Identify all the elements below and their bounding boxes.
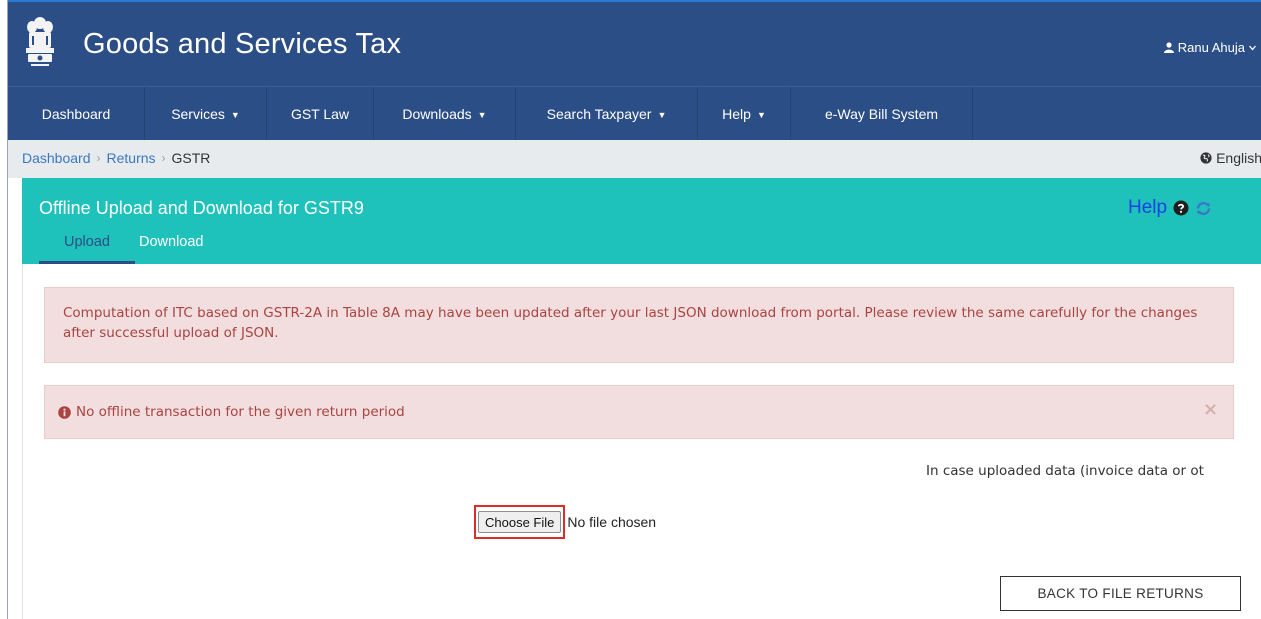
- itc-notice-alert: Computation of ITC based on GSTR-2A in T…: [44, 287, 1234, 363]
- nav-label: Help: [722, 106, 751, 122]
- back-to-file-returns-button[interactable]: BACK TO FILE RETURNS: [1000, 576, 1241, 611]
- nav-search-taxpayer[interactable]: Search Taxpayer ▼: [516, 87, 698, 141]
- user-icon: [1163, 42, 1174, 53]
- site-header: Goods and Services Tax Ranu Ahuja: [8, 0, 1261, 86]
- choose-file-highlight: Choose File: [474, 505, 566, 539]
- caret-down-icon: ▼: [230, 109, 240, 120]
- nav-label: e-Way Bill System: [824, 106, 939, 122]
- language-selector[interactable]: English: [1200, 150, 1261, 166]
- caret-down-icon: ▼: [657, 109, 667, 120]
- breadcrumb-dashboard[interactable]: Dashboard: [22, 150, 91, 166]
- help-link[interactable]: Help: [1128, 197, 1212, 219]
- close-icon[interactable]: ×: [1203, 401, 1218, 419]
- breadcrumb-separator-icon: ›: [161, 151, 166, 165]
- breadcrumb-current: GSTR: [171, 150, 211, 166]
- nav-label: Services: [171, 106, 225, 122]
- national-emblem-icon: [22, 14, 58, 72]
- breadcrumb-bar: Dashboard › Returns › GSTR English: [8, 140, 1261, 178]
- tab-download[interactable]: Download: [135, 234, 235, 264]
- globe-icon: [1200, 152, 1212, 164]
- user-name: Ranu Ahuja: [1177, 40, 1245, 55]
- main-navbar: Dashboard Services ▼ GST Law Downloads ▼…: [8, 86, 1261, 141]
- question-circle-icon: [1173, 200, 1189, 216]
- breadcrumb-separator-icon: ›: [96, 151, 101, 165]
- nav-label: GST Law: [290, 106, 350, 122]
- breadcrumb: Dashboard › Returns › GSTR: [22, 150, 210, 166]
- nav-dashboard[interactable]: Dashboard: [8, 87, 145, 141]
- breadcrumb-returns[interactable]: Returns: [107, 150, 156, 166]
- nav-eway-bill[interactable]: e-Way Bill System: [791, 87, 973, 141]
- nav-services[interactable]: Services ▼: [145, 87, 267, 141]
- refresh-icon[interactable]: [1195, 200, 1212, 217]
- nav-gst-law[interactable]: GST Law: [267, 87, 374, 141]
- nav-label: Dashboard: [41, 106, 111, 122]
- upload-download-tabs: Upload Download: [39, 234, 235, 264]
- nav-label: Search Taxpayer: [546, 106, 652, 122]
- nav-label: Downloads: [402, 106, 472, 122]
- page-frame: Goods and Services Tax Ranu Ahuja Dashbo…: [7, 0, 1261, 619]
- language-label: English: [1216, 150, 1261, 166]
- no-transaction-alert: No offline transaction for the given ret…: [44, 385, 1234, 439]
- site-title[interactable]: Goods and Services Tax: [83, 28, 401, 61]
- help-label: Help: [1128, 197, 1168, 218]
- page-title: Offline Upload and Download for GSTR9: [39, 198, 364, 218]
- chevron-down-icon: [1249, 45, 1256, 50]
- user-menu[interactable]: Ranu Ahuja: [1163, 40, 1256, 55]
- choose-file-button[interactable]: Choose File: [478, 511, 562, 533]
- tab-upload[interactable]: Upload: [39, 234, 135, 264]
- nav-help[interactable]: Help ▼: [698, 87, 791, 141]
- info-circle-icon: [58, 405, 71, 419]
- file-status: No file chosen: [567, 514, 657, 530]
- nav-downloads[interactable]: Downloads ▼: [374, 87, 516, 141]
- panel-header: Offline Upload and Download for GSTR9 He…: [22, 178, 1261, 264]
- no-transaction-text: No offline transaction for the given ret…: [76, 404, 405, 420]
- file-picker: Choose File No file chosen: [474, 505, 656, 539]
- panel-body: Computation of ITC based on GSTR-2A in T…: [22, 264, 1261, 619]
- upload-note: In case uploaded data (invoice data or o…: [926, 463, 1204, 479]
- caret-down-icon: ▼: [477, 109, 487, 120]
- caret-down-icon: ▼: [756, 109, 766, 120]
